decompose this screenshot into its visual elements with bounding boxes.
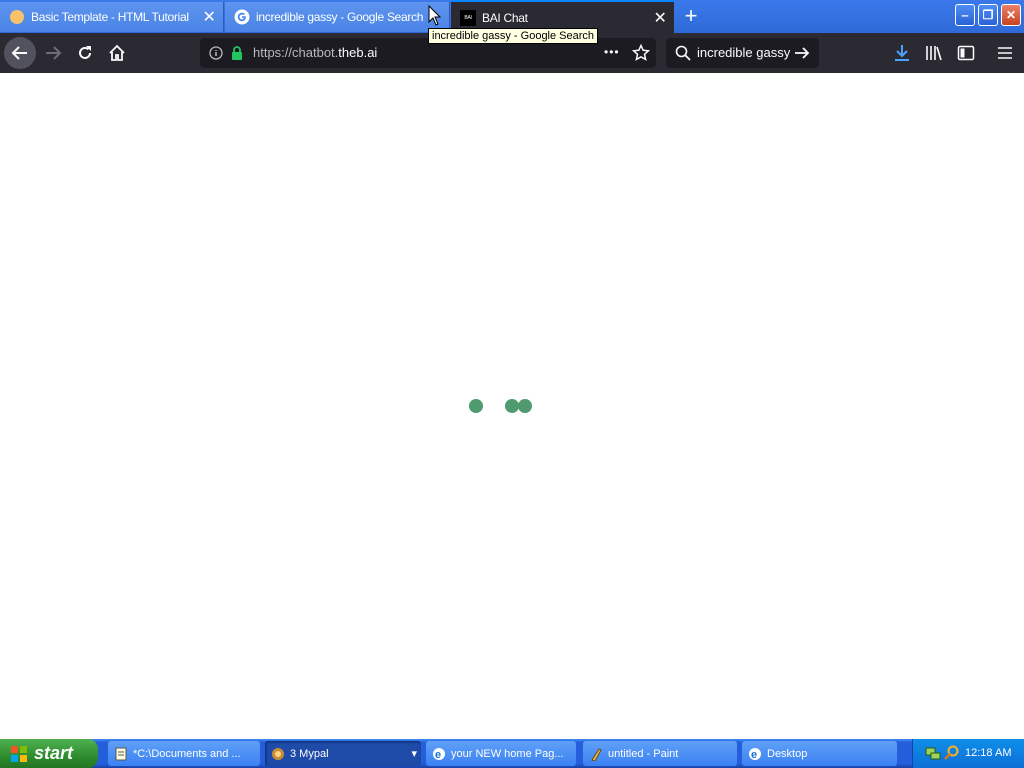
downloads-button[interactable] [886, 37, 918, 69]
minimize-button[interactable]: ‒ [955, 4, 975, 26]
home-button[interactable] [101, 37, 133, 69]
download-icon [895, 45, 909, 61]
bai-logo-icon: BAI [460, 9, 476, 26]
search-input[interactable]: incredible gassy [697, 45, 790, 60]
taskbar-button-label: untitled - Paint [608, 747, 679, 760]
tab-close-icon[interactable]: ✕ [650, 8, 670, 28]
library-icon [926, 46, 942, 61]
taskbar-button-ie-home[interactable]: e your NEW home Pag... [426, 741, 576, 766]
tab-title: incredible gassy - Google Search [256, 10, 424, 24]
taskbar-button-notepad[interactable]: *C:\Documents and ... [108, 741, 260, 766]
google-g-icon [234, 9, 250, 25]
taskbar-button-label: *C:\Documents and ... [133, 747, 241, 760]
mypal-icon [272, 747, 284, 760]
tab-basic-template[interactable]: Basic Template - HTML Tutorial ✕ [0, 2, 224, 32]
svg-text:e: e [751, 749, 757, 761]
svg-text:e: e [435, 749, 441, 761]
windows-logo-icon [11, 745, 27, 762]
bookmark-star-icon[interactable] [632, 44, 650, 62]
back-button[interactable] [4, 37, 36, 69]
search-tray-icon[interactable] [944, 745, 960, 761]
taskbar: start *C:\Documents and ... 3 Mypal ▾ e … [0, 739, 1024, 768]
forward-button[interactable] [37, 37, 69, 69]
tab-tooltip: incredible gassy - Google Search [428, 28, 599, 44]
search-go-arrow-icon[interactable] [794, 45, 811, 61]
tab-close-icon[interactable]: ✕ [199, 7, 219, 27]
page-actions-icon[interactable]: ••• [604, 45, 620, 59]
new-tab-button[interactable]: + [680, 4, 702, 28]
taskbar-button-label: Desktop [767, 747, 808, 760]
start-label: start [34, 743, 74, 763]
tab-title: BAI Chat [482, 10, 528, 25]
sidebar-icon [957, 45, 975, 61]
taskbar-button-paint[interactable]: untitled - Paint [583, 741, 737, 766]
loading-dot [469, 399, 483, 413]
sun-favicon-icon [10, 10, 24, 24]
clock: 12:18 AM [965, 747, 1012, 759]
info-icon[interactable] [209, 46, 223, 60]
home-icon [109, 44, 125, 61]
taskbar-button-mypal[interactable]: 3 Mypal ▾ [265, 741, 421, 766]
reload-icon [79, 46, 91, 59]
network-icon[interactable] [925, 745, 941, 761]
loading-dot [518, 399, 532, 413]
restore-button[interactable]: ❐ [978, 4, 998, 26]
tab-google-search[interactable]: incredible gassy - Google Search [225, 2, 450, 32]
system-tray: 12:18 AM [912, 739, 1024, 768]
menu-button[interactable] [989, 37, 1021, 69]
paint-icon [591, 747, 602, 761]
start-button[interactable]: start [0, 739, 98, 768]
sidebar-button[interactable] [950, 37, 982, 69]
forward-arrow-icon [46, 46, 62, 60]
url-text[interactable]: https://chatbot.theb.ai [253, 45, 377, 60]
chevron-down-icon: ▾ [411, 748, 417, 760]
window-close-button[interactable]: ✕ [1001, 4, 1021, 26]
ie-icon: e [749, 747, 761, 761]
search-icon [675, 45, 691, 61]
taskbar-button-label: your NEW home Pag... [451, 747, 564, 760]
loading-dot [505, 399, 519, 413]
taskbar-button-desktop[interactable]: e Desktop [742, 741, 897, 766]
lock-icon[interactable] [230, 45, 244, 61]
taskbar-button-label: 3 Mypal [290, 747, 329, 760]
ie-icon: e [433, 747, 445, 761]
back-arrow-icon [11, 46, 27, 60]
mouse-cursor-icon [428, 5, 441, 26]
notepad-icon [115, 747, 127, 760]
tab-title: Basic Template - HTML Tutorial [31, 10, 189, 24]
library-button[interactable] [918, 37, 950, 69]
reload-button[interactable] [69, 37, 101, 69]
search-bar[interactable]: incredible gassy [666, 38, 819, 68]
hamburger-menu-icon [998, 47, 1012, 59]
